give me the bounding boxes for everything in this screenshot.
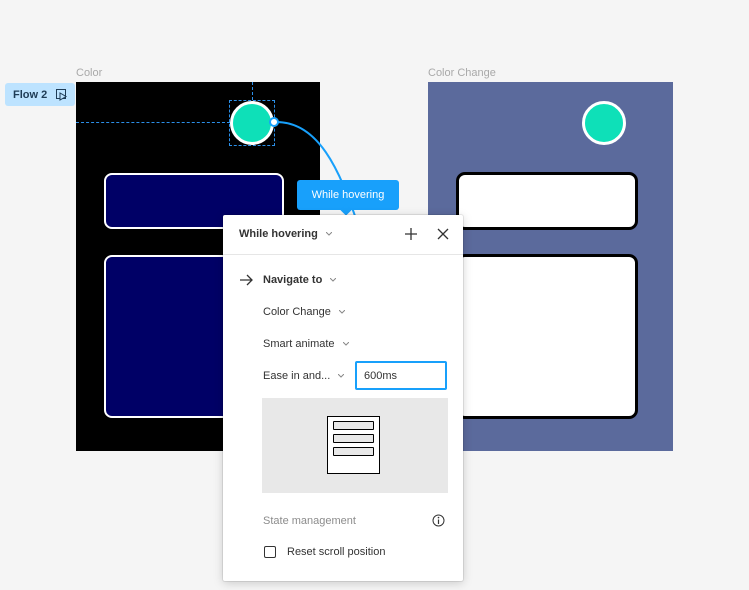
white-rectangle-large[interactable] (456, 254, 638, 419)
easing-label: Ease in and... (263, 370, 331, 382)
frame-label-color-change[interactable]: Color Change (428, 67, 496, 79)
close-icon[interactable] (436, 227, 450, 241)
info-icon[interactable] (432, 514, 445, 527)
chevron-down-icon (325, 232, 332, 236)
action-dropdown[interactable]: Navigate to (263, 274, 337, 286)
alignment-guide-vertical (252, 82, 253, 100)
duration-input[interactable] (355, 361, 447, 390)
trigger-dropdown[interactable]: While hovering (239, 228, 332, 240)
flow-badge[interactable]: Flow 2 (5, 83, 75, 106)
panel-header: While hovering (223, 215, 463, 255)
animation-label: Smart animate (263, 338, 335, 350)
trigger-label: While hovering (239, 228, 318, 240)
play-icon[interactable] (56, 88, 68, 101)
flow-badge-label: Flow 2 (13, 88, 48, 101)
destination-dropdown[interactable]: Color Change (263, 306, 345, 318)
chevron-down-icon (338, 310, 345, 314)
state-management-label: State management (263, 515, 356, 527)
alignment-guide-horizontal (76, 122, 230, 123)
selection-box (229, 100, 275, 146)
preview-bar (333, 447, 374, 456)
plus-icon[interactable] (404, 227, 418, 241)
circle-shape-target[interactable] (582, 101, 626, 145)
reset-scroll-label[interactable]: Reset scroll position (287, 546, 385, 558)
animation-dropdown[interactable]: Smart animate (263, 338, 349, 350)
white-rectangle-small[interactable] (456, 172, 638, 230)
chevron-down-icon (342, 342, 349, 346)
chevron-down-icon (330, 278, 337, 282)
easing-dropdown[interactable]: Ease in and... (263, 370, 345, 382)
tooltip-label: While hovering (311, 189, 385, 201)
interaction-tooltip: While hovering (297, 180, 399, 210)
interaction-panel: While hovering Navigate to Color Change … (223, 215, 463, 581)
destination-label: Color Change (263, 306, 331, 318)
action-label: Navigate to (263, 274, 323, 286)
arrow-right-icon (240, 274, 253, 286)
chevron-down-icon (338, 374, 345, 378)
frame-color-change[interactable] (428, 82, 673, 451)
preview-bar (333, 434, 374, 443)
frame-label-color[interactable]: Color (76, 67, 102, 79)
animation-preview (262, 398, 448, 493)
preview-bar (333, 421, 374, 430)
reset-scroll-checkbox[interactable] (264, 546, 276, 558)
preview-frame (327, 416, 380, 474)
